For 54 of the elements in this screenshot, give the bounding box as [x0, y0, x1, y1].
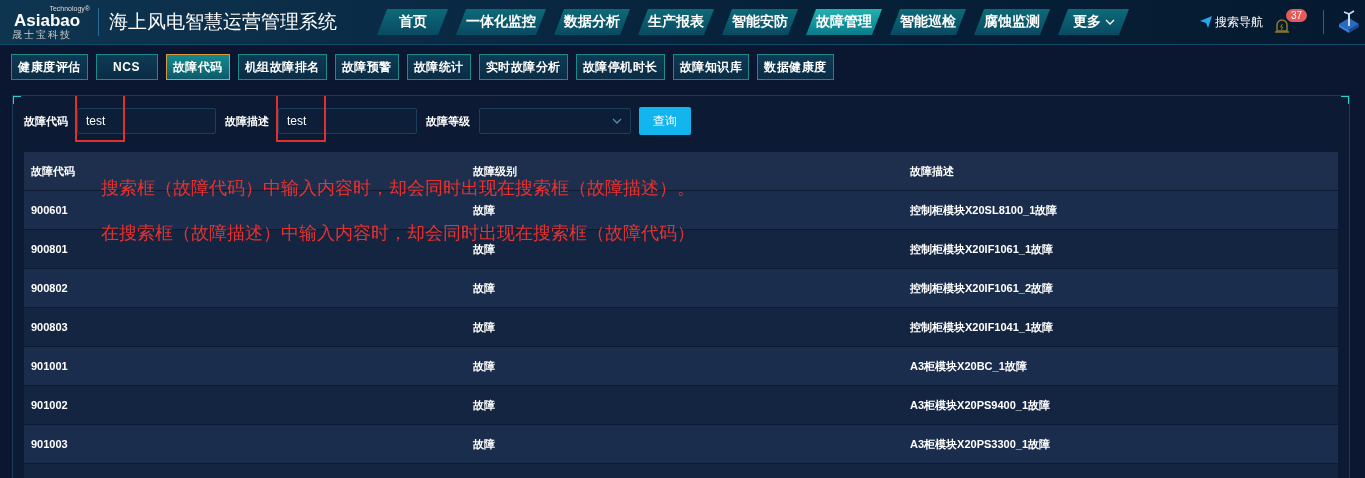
table-cell: 901002 — [24, 385, 466, 425]
annotation-text: 在搜索框（故障描述）中输入内容时，却会同时出现在搜索框（故障代码） — [101, 222, 695, 243]
nav-tab[interactable]: 智能巡检 — [890, 9, 966, 35]
chevron-down-icon — [1104, 19, 1115, 25]
sub-tab[interactable]: 数据健康度 — [757, 54, 834, 80]
nav-tab[interactable]: 智能安防 — [722, 9, 798, 35]
table-cell: 900802 — [24, 268, 466, 308]
search-field[interactable]: test — [278, 108, 417, 134]
sub-tab[interactable]: 故障停机时长 — [575, 54, 665, 80]
table-cell: 901001 — [24, 346, 466, 386]
sub-tab[interactable]: 机组故障排名 — [237, 54, 327, 80]
sub-tab[interactable]: NCS — [95, 54, 158, 80]
table-cell: 控制柜模块X20SL8100_1故障 — [903, 190, 1338, 230]
column-header: 故障描述 — [903, 152, 1338, 191]
nav-tab[interactable]: 更多 — [1058, 9, 1129, 35]
alarm-icon[interactable] — [1273, 16, 1291, 34]
search-field[interactable]: test — [77, 108, 216, 134]
chevron-down-icon — [612, 118, 622, 124]
sub-tab[interactable]: 故障预警 — [334, 54, 399, 80]
filter-label: 故障代码 — [24, 113, 68, 129]
table-cell: 控制柜模块X20IF1061_2故障 — [903, 268, 1338, 308]
table-cell: 故障 — [466, 424, 903, 464]
table-cell: A3柜模块X20PS3300_1故障 — [903, 424, 1338, 464]
table-cell: 控制柜模块X20IF1041_1故障 — [903, 307, 1338, 347]
nav-tab[interactable]: 生产报表 — [638, 9, 714, 35]
filter-label: 故障等级 — [426, 113, 470, 129]
search-nav-link[interactable]: 搜索导航 — [1200, 13, 1263, 31]
sub-tab[interactable]: 实时故障分析 — [478, 54, 568, 80]
sub-tab[interactable]: 故障统计 — [406, 54, 471, 80]
send-icon — [1200, 16, 1212, 28]
sub-tab[interactable]: 健康度评估 — [11, 54, 88, 80]
table-cell: 故障 — [466, 268, 903, 308]
table-cell: 900803 — [24, 307, 466, 347]
table-cell: 故障 — [466, 346, 903, 386]
table-cell: 控制柜模块X20IF1061_1故障 — [903, 229, 1338, 269]
nav-tab[interactable]: 数据分析 — [554, 9, 630, 35]
logo: Asiabao — [13, 11, 81, 29]
nav-tab[interactable]: 腐蚀监测 — [974, 9, 1050, 35]
nav-tab[interactable]: 一体化监控 — [456, 9, 546, 35]
table-cell: A3柜模块X20PS9400_1故障 — [903, 385, 1338, 425]
app-title: 海上风电智慧运营管理系统 — [109, 10, 338, 34]
table-cell: 故障 — [466, 385, 903, 425]
table-cell: 故障 — [466, 307, 903, 347]
nav-tab[interactable]: 首页 — [377, 9, 448, 35]
turbine-cube-icon[interactable] — [1338, 10, 1360, 34]
sub-tab[interactable]: 故障知识库 — [672, 54, 749, 80]
table-cell: 901003 — [24, 424, 466, 464]
notification-badge: 37 — [1286, 9, 1308, 22]
logo-subtitle: 晟士宝科技 — [12, 29, 72, 40]
table-cell: A3柜模块X20BC_1故障 — [903, 346, 1338, 386]
sub-tab[interactable]: 故障代码 — [165, 54, 230, 80]
filter-label: 故障描述 — [225, 113, 269, 129]
select-field[interactable] — [479, 108, 631, 134]
annotation-text: 搜索框（故障代码）中输入内容时，却会同时出现在搜索框（故障描述）。 — [101, 177, 695, 200]
